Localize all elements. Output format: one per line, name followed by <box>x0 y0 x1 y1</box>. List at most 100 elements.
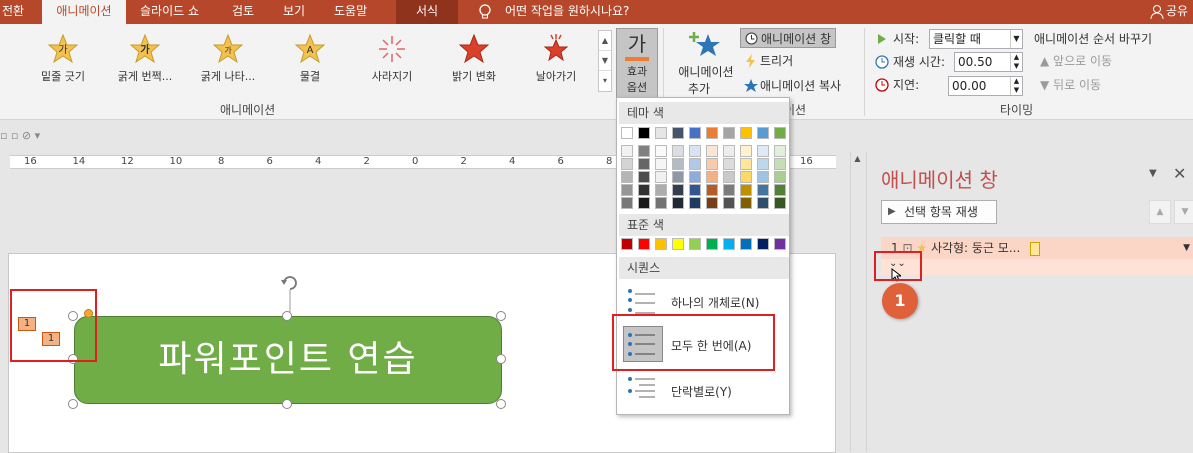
theme-color-shade[interactable] <box>774 197 786 209</box>
theme-color-shade[interactable] <box>655 158 667 170</box>
play-selected-button[interactable]: ▶ 선택 항목 재생 <box>881 200 997 224</box>
theme-color-shade[interactable] <box>621 145 633 157</box>
gallery-item-brightness[interactable]: 밝기 변화 <box>437 30 511 84</box>
theme-color-shade[interactable] <box>638 171 650 183</box>
duration-input[interactable]: 00.50 ▲ ▼ <box>954 52 1023 72</box>
scroll-up-icon[interactable]: ▲ <box>851 154 864 163</box>
theme-color-shade[interactable] <box>757 171 769 183</box>
rotate-handle-icon[interactable] <box>277 270 303 314</box>
align-icons[interactable]: ▫ ▫ ⊘ ▾ <box>0 129 40 142</box>
theme-color-swatch[interactable] <box>706 127 718 139</box>
theme-color-swatch[interactable] <box>638 127 650 139</box>
theme-color-shade[interactable] <box>740 158 752 170</box>
theme-color-shade[interactable] <box>689 145 701 157</box>
tell-me-search[interactable]: 어떤 작업을 원하시나요? <box>505 0 629 24</box>
standard-color-swatch[interactable] <box>638 238 650 250</box>
gallery-more-icon[interactable]: ▾ <box>599 71 611 91</box>
chevron-down-icon[interactable]: ▼ <box>1183 237 1190 259</box>
theme-color-shade[interactable] <box>689 158 701 170</box>
theme-color-shade[interactable] <box>723 145 735 157</box>
theme-color-shade[interactable] <box>672 197 684 209</box>
tab-slideshow[interactable]: 슬라이드 쇼 <box>140 0 199 24</box>
theme-color-shade[interactable] <box>740 145 752 157</box>
animation-list-item[interactable]: 1 ⊡ ★ 사각형: 둥근 모... ▼ <box>881 237 1193 259</box>
rounded-rect-shape[interactable]: 파워포인트 연습 <box>74 316 502 404</box>
theme-color-shade[interactable] <box>655 184 667 196</box>
gallery-item-bold-flash[interactable]: 가 굵게 번쩍... <box>108 30 182 84</box>
slide-scrollbar[interactable]: ▲ <box>850 152 864 452</box>
gallery-item-bold-reveal[interactable]: 가 굵게 나타... <box>191 30 265 84</box>
theme-color-swatch[interactable] <box>672 127 684 139</box>
share-button[interactable]: 공유 <box>1166 0 1188 24</box>
gallery-item-fly-out[interactable]: 날아가기 <box>519 30 593 84</box>
scroll-up-icon[interactable]: ▲ <box>599 31 611 51</box>
tab-format[interactable]: 서식 <box>396 0 458 24</box>
theme-color-shade[interactable] <box>774 158 786 170</box>
standard-color-swatch[interactable] <box>723 238 735 250</box>
theme-color-shade[interactable] <box>757 184 769 196</box>
theme-color-swatch[interactable] <box>655 127 667 139</box>
theme-color-shade[interactable] <box>706 197 718 209</box>
gallery-item-underline[interactable]: 가 밑줄 긋기 <box>26 30 100 84</box>
theme-color-shade[interactable] <box>638 197 650 209</box>
move-earlier-button[interactable]: ▲ 앞으로 이동 <box>1040 51 1112 71</box>
theme-color-shade[interactable] <box>723 197 735 209</box>
theme-color-shade[interactable] <box>672 184 684 196</box>
theme-color-shade[interactable] <box>621 171 633 183</box>
theme-color-swatch[interactable] <box>723 127 735 139</box>
theme-color-shade[interactable] <box>672 158 684 170</box>
tab-review[interactable]: 검토 <box>232 0 254 24</box>
scroll-down-icon[interactable]: ▼ <box>599 51 611 71</box>
theme-color-shade[interactable] <box>655 171 667 183</box>
standard-color-swatch[interactable] <box>655 238 667 250</box>
theme-color-shade[interactable] <box>672 171 684 183</box>
theme-color-shade[interactable] <box>740 197 752 209</box>
theme-color-shade[interactable] <box>689 184 701 196</box>
menu-item-by-paragraph[interactable]: 단락별로(Y) <box>619 373 789 407</box>
theme-color-shade[interactable] <box>706 184 718 196</box>
theme-color-shade[interactable] <box>774 145 786 157</box>
theme-color-shade[interactable] <box>740 171 752 183</box>
theme-color-shade[interactable] <box>638 158 650 170</box>
close-icon[interactable]: ✕ <box>1173 164 1186 183</box>
theme-color-shade[interactable] <box>621 184 633 196</box>
theme-color-swatch[interactable] <box>740 127 752 139</box>
theme-color-shade[interactable] <box>638 184 650 196</box>
gallery-scroll[interactable]: ▲ ▼ ▾ <box>598 30 612 92</box>
standard-color-swatch[interactable] <box>757 238 769 250</box>
theme-color-shade[interactable] <box>706 171 718 183</box>
standard-color-swatch[interactable] <box>706 238 718 250</box>
standard-color-swatch[interactable] <box>774 238 786 250</box>
theme-color-shade[interactable] <box>774 171 786 183</box>
theme-color-shade[interactable] <box>621 158 633 170</box>
standard-color-swatch[interactable] <box>740 238 752 250</box>
gallery-item-partial[interactable]: ㄹ <box>0 30 10 84</box>
effect-options-button[interactable]: 가 효과 옵션 <box>616 28 658 98</box>
theme-color-shade[interactable] <box>723 184 735 196</box>
theme-color-swatch[interactable] <box>621 127 633 139</box>
theme-color-shade[interactable] <box>723 171 735 183</box>
theme-color-shade[interactable] <box>621 197 633 209</box>
move-down-icon[interactable]: ▼ <box>1174 200 1193 224</box>
resize-handle[interactable] <box>496 311 506 321</box>
resize-handle[interactable] <box>282 399 292 409</box>
start-select[interactable]: 클릭할 때 ▼ <box>929 29 1023 49</box>
tab-transitions[interactable]: 전환 <box>0 0 40 24</box>
delay-input[interactable]: 00.00 ▲ ▼ <box>948 76 1023 96</box>
resize-handle[interactable] <box>496 354 506 364</box>
standard-color-swatch[interactable] <box>689 238 701 250</box>
standard-color-swatch[interactable] <box>621 238 633 250</box>
theme-color-swatch[interactable] <box>757 127 769 139</box>
add-animation-label2[interactable]: 추가 <box>688 79 710 99</box>
chevron-down-icon[interactable]: ▼ <box>1010 30 1022 48</box>
move-later-button[interactable]: ▼ 뒤로 이동 <box>1040 75 1101 95</box>
spinner-icon[interactable]: ▲ ▼ <box>1010 53 1022 71</box>
theme-color-shade[interactable] <box>740 184 752 196</box>
resize-handle[interactable] <box>68 399 78 409</box>
theme-color-swatch[interactable] <box>774 127 786 139</box>
theme-color-shade[interactable] <box>689 171 701 183</box>
standard-color-swatch[interactable] <box>672 238 684 250</box>
theme-color-shade[interactable] <box>655 145 667 157</box>
theme-color-shade[interactable] <box>655 197 667 209</box>
theme-color-shade[interactable] <box>672 145 684 157</box>
